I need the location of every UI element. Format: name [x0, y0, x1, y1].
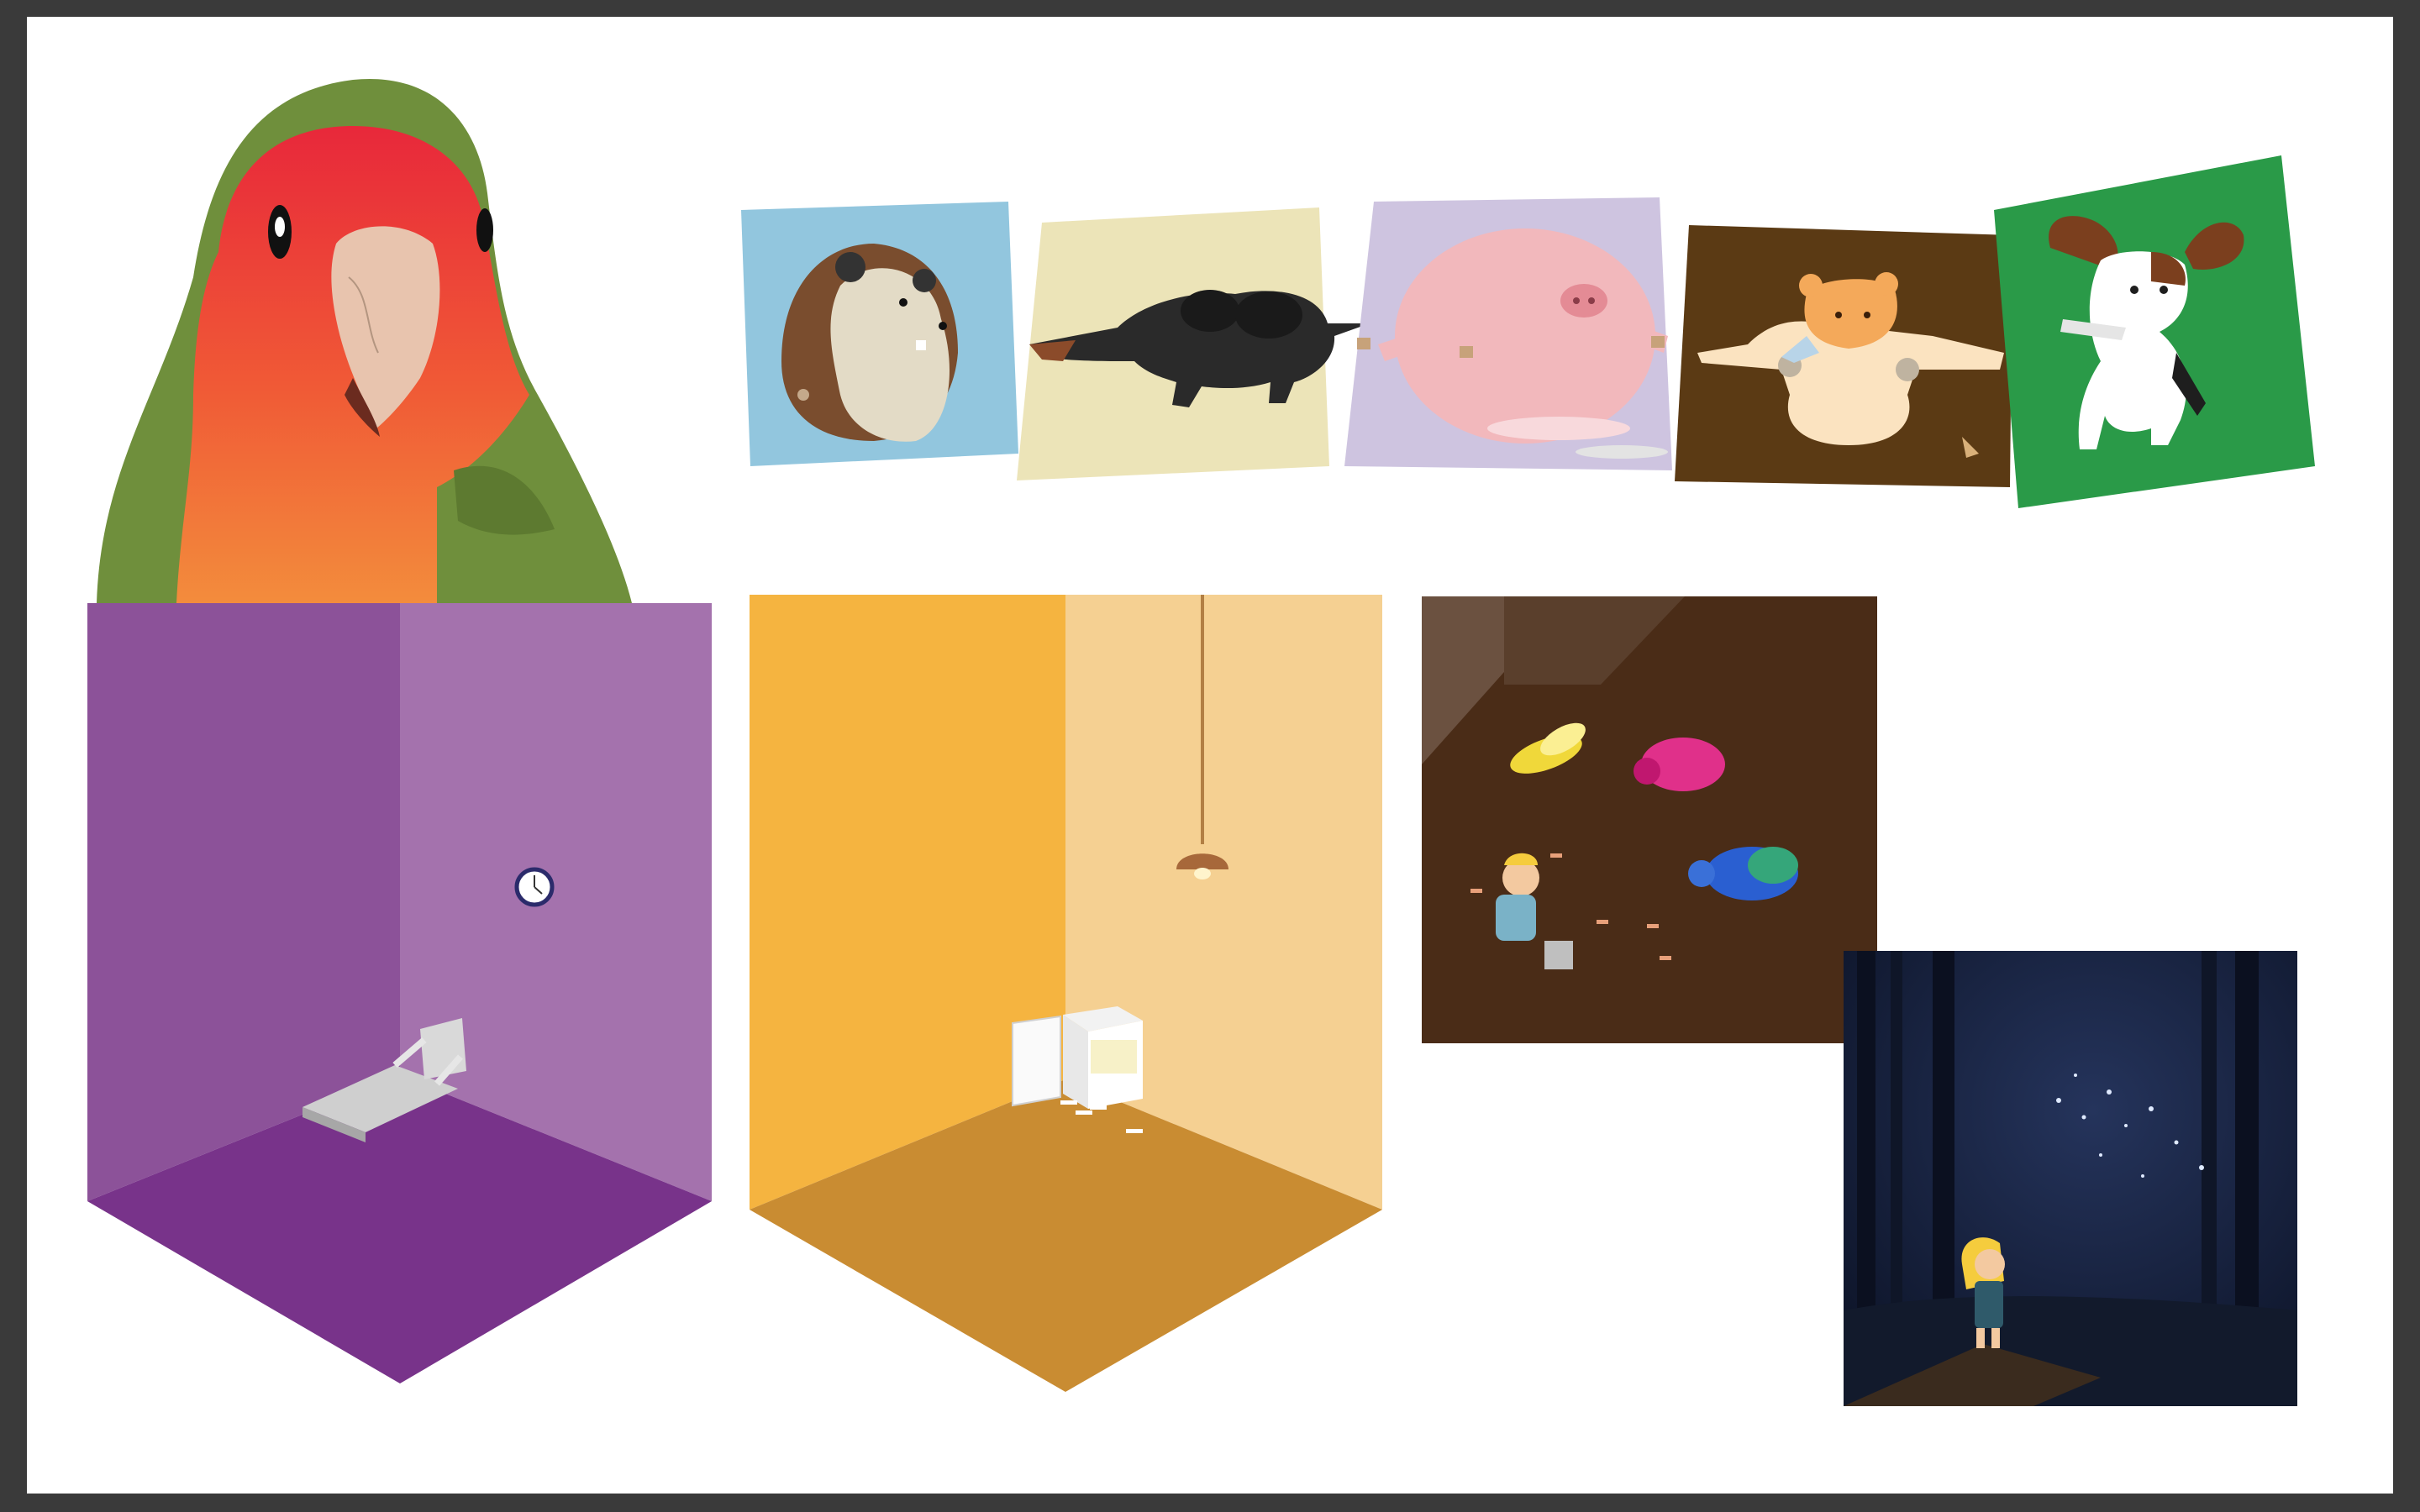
open-fridge-icon — [1012, 1006, 1143, 1109]
card-hamster — [1675, 225, 2012, 487]
card-basset-hound — [1994, 155, 2315, 508]
illustration-board — [87, 78, 2315, 1406]
card-hedgehog — [741, 202, 1018, 466]
room-orange — [750, 595, 1382, 1392]
card-pig — [1344, 197, 1672, 470]
lovebird-parrot-icon — [97, 78, 632, 604]
wall-clock-icon — [514, 867, 555, 907]
scene-night-forest — [1844, 951, 2297, 1406]
card-dachshund — [1017, 207, 1370, 480]
scene-underground-bugs — [1422, 596, 1877, 1043]
room-purple — [87, 603, 712, 1383]
